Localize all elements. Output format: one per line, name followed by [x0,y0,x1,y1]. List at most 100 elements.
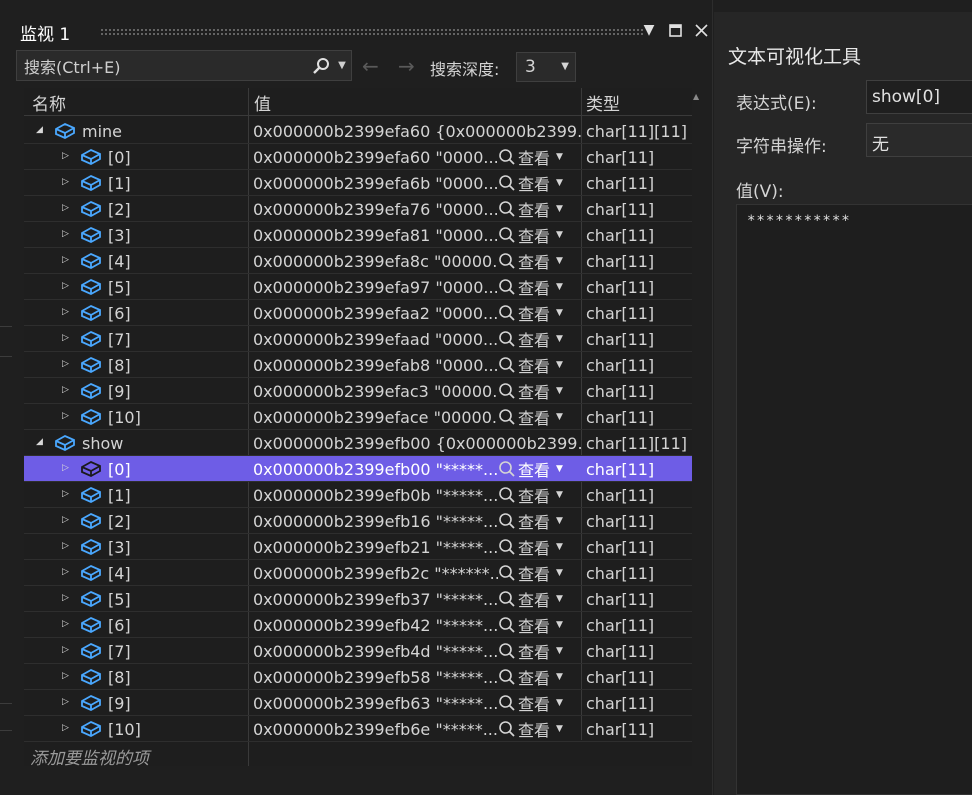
chevron-down-icon[interactable]: ▼ [556,282,563,292]
row-value[interactable]: 0x000000b2399efac3 "00000... [253,382,498,401]
chevron-down-icon[interactable]: ▼ [556,230,563,240]
expand-icon[interactable]: ▷ [62,463,72,475]
chevron-down-icon[interactable]: ▼ [556,464,563,474]
watch-row[interactable]: ▷ [7] 0x000000b2399efb4d "*****... 查看 ▼ char[… [24,638,692,664]
expand-icon[interactable]: ▷ [62,359,72,371]
view-button[interactable]: 查看 ▼ [498,561,580,585]
row-value[interactable]: 0x000000b2399efb16 "*****... [253,512,498,531]
view-button[interactable]: 查看 ▼ [498,691,580,715]
view-button[interactable]: 查看 ▼ [498,717,580,741]
row-value[interactable]: 0x000000b2399efa81 "0000... [253,226,498,245]
search-input[interactable]: 搜索(Ctrl+E) [17,54,309,78]
chevron-down-icon[interactable]: ▼ [556,256,563,266]
chevron-down-icon[interactable]: ▼ [556,386,563,396]
watch-row[interactable]: ▷ [2] 0x000000b2399efb16 "*****... 查看 ▼ char[… [24,508,692,534]
row-value[interactable]: 0x000000b2399efb00 {0x000000b2399... [253,434,581,453]
chevron-down-icon[interactable]: ▼ [556,698,563,708]
view-button[interactable]: 查看 ▼ [498,353,580,377]
expand-icon[interactable]: ▷ [62,671,72,683]
watch-row[interactable]: ▷ [2] 0x000000b2399efa76 "0000... 查看 ▼ char[1… [24,196,692,222]
row-value[interactable]: 0x000000b2399efa6b "0000... [253,174,498,193]
expand-icon[interactable]: ▷ [62,723,72,735]
watch-row[interactable]: ▷ [1] 0x000000b2399efb0b "*****... 查看 ▼ char[… [24,482,692,508]
expand-icon[interactable]: ▷ [62,151,72,163]
watch-row[interactable]: ▷ [8] 0x000000b2399efab8 "0000... 查看 ▼ char[1… [24,352,692,378]
view-button[interactable]: 查看 ▼ [498,457,580,481]
expand-icon[interactable]: ▷ [62,515,72,527]
search-depth-select[interactable]: 3 ▼ [516,52,576,82]
chevron-down-icon[interactable]: ▼ [556,594,563,604]
watch-row[interactable]: ▷ [3] 0x000000b2399efb21 "*****... 查看 ▼ char[… [24,534,692,560]
watch-row[interactable]: ▷ [0] 0x000000b2399efa60 "0000... 查看 ▼ char[1… [24,144,692,170]
search-box[interactable]: 搜索(Ctrl+E) ▼ [16,50,352,81]
chevron-down-icon[interactable]: ▼ [556,620,563,630]
chevron-down-icon[interactable]: ▼ [556,724,563,734]
row-value[interactable]: 0x000000b2399efaad "0000... [253,330,498,349]
row-value[interactable]: 0x000000b2399efb58 "*****... [253,668,498,687]
string-operation-select[interactable]: 无 [866,123,972,157]
expand-icon[interactable]: ▷ [62,385,72,397]
chevron-down-icon[interactable]: ▼ [556,204,563,214]
collapse-icon[interactable]: ◢ [36,125,46,137]
panel-separator[interactable] [712,0,713,795]
close-icon[interactable] [690,18,712,42]
watch-row[interactable]: ▷ [8] 0x000000b2399efb58 "*****... 查看 ▼ char[… [24,664,692,690]
watch-row[interactable]: ▷ [4] 0x000000b2399efa8c "00000... 查看 ▼ char[… [24,248,692,274]
view-button[interactable]: 查看 ▼ [498,145,580,169]
chevron-down-icon[interactable]: ▼ [556,152,563,162]
view-button[interactable]: 查看 ▼ [498,327,580,351]
value-textarea[interactable]: *********** [736,204,972,795]
chevron-down-icon[interactable]: ▼ [556,516,563,526]
row-value[interactable]: 0x000000b2399efa60 {0x000000b2399... [253,122,581,141]
vertical-scrollbar[interactable]: ▲ [692,88,704,766]
forward-arrow-icon[interactable]: → [398,54,415,78]
chevron-down-icon[interactable]: ▼ [556,360,563,370]
chevron-down-icon[interactable]: ▼ [556,646,563,656]
watch-row[interactable]: ▷ [10] 0x000000b2399efb6e "*****... 查看 ▼ char… [24,716,692,742]
watch-row[interactable]: ▷ [10] 0x000000b2399eface "00000... 查看 ▼ char… [24,404,692,430]
chevron-down-icon[interactable]: ▼ [556,568,563,578]
column-header-type[interactable]: 类型 [586,90,620,115]
watch-row[interactable]: ▷ [9] 0x000000b2399efac3 "00000... 查看 ▼ char[… [24,378,692,404]
expand-icon[interactable]: ▷ [62,489,72,501]
row-value[interactable]: 0x000000b2399eface "00000... [253,408,498,427]
scroll-up-icon[interactable]: ▲ [693,92,699,101]
search-icon[interactable] [309,57,333,75]
expand-icon[interactable]: ▷ [62,333,72,345]
expand-icon[interactable]: ▷ [62,567,72,579]
watch-row[interactable]: ▷ [5] 0x000000b2399efb37 "*****... 查看 ▼ char[… [24,586,692,612]
view-button[interactable]: 查看 ▼ [498,665,580,689]
expand-icon[interactable]: ▷ [62,541,72,553]
watch-row[interactable]: ▷ [6] 0x000000b2399efaa2 "0000... 查看 ▼ char[1… [24,300,692,326]
watch-row[interactable]: ▷ [9] 0x000000b2399efb63 "*****... 查看 ▼ char[… [24,690,692,716]
row-value[interactable]: 0x000000b2399efb21 "*****... [253,538,498,557]
expand-icon[interactable]: ▷ [62,281,72,293]
row-value[interactable]: 0x000000b2399efb37 "*****... [253,590,498,609]
watch-row[interactable]: ◢ mine 0x000000b2399efa60 {0x000000b2399..… [24,118,692,144]
row-value[interactable]: 0x000000b2399efa76 "0000... [253,200,498,219]
expand-icon[interactable]: ▷ [62,697,72,709]
row-value[interactable]: 0x000000b2399efb63 "*****... [253,694,498,713]
maximize-icon[interactable] [664,18,686,42]
row-value[interactable]: 0x000000b2399efab8 "0000... [253,356,498,375]
watch-row[interactable]: ▷ [1] 0x000000b2399efa6b "0000... 查看 ▼ char[1… [24,170,692,196]
view-button[interactable]: 查看 ▼ [498,483,580,507]
expand-icon[interactable]: ▷ [62,411,72,423]
watch-row[interactable]: ▷ [5] 0x000000b2399efa97 "0000... 查看 ▼ char[1… [24,274,692,300]
watch-row[interactable]: ▷ [6] 0x000000b2399efb42 "*****... 查看 ▼ char[… [24,612,692,638]
expand-icon[interactable]: ▷ [62,619,72,631]
view-button[interactable]: 查看 ▼ [498,405,580,429]
view-button[interactable]: 查看 ▼ [498,535,580,559]
view-button[interactable]: 查看 ▼ [498,613,580,637]
watch-row[interactable]: ▷ [4] 0x000000b2399efb2c "******... 查看 ▼ char… [24,560,692,586]
expand-icon[interactable]: ▷ [62,203,72,215]
chevron-down-icon[interactable]: ▼ [556,542,563,552]
view-button[interactable]: 查看 ▼ [498,171,580,195]
view-button[interactable]: 查看 ▼ [498,379,580,403]
expression-field[interactable]: show[0] [866,80,972,114]
chevron-down-icon[interactable]: ▼ [556,412,563,422]
view-button[interactable]: 查看 ▼ [498,197,580,221]
drag-grip[interactable] [100,28,644,36]
row-value[interactable]: 0x000000b2399efa60 "0000... [253,148,498,167]
expand-icon[interactable]: ▷ [62,229,72,241]
